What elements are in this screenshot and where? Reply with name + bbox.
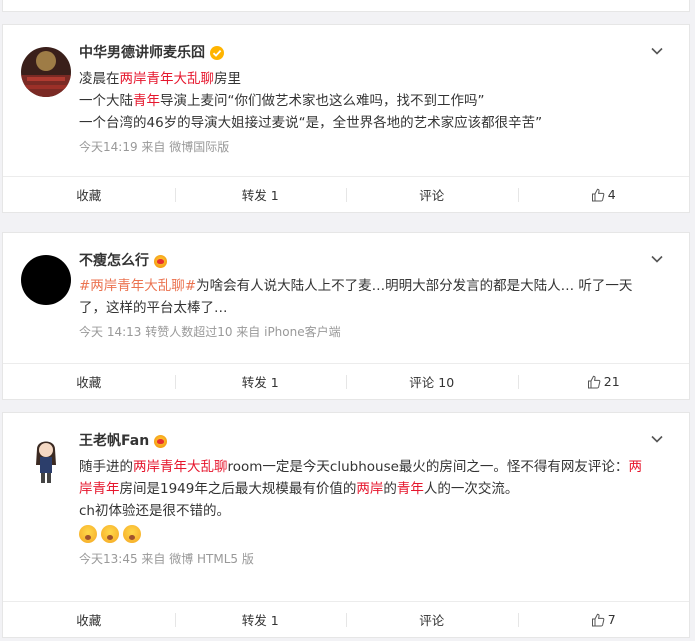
shocked-emoji-icon: [123, 525, 141, 543]
post-meta: 今天14:19 来自 微博国际版: [79, 140, 230, 154]
author-name[interactable]: 王老帆Fan: [79, 431, 669, 451]
keyword-highlight: 青年: [133, 93, 160, 109]
author-name[interactable]: 不瘦怎么行: [79, 251, 669, 271]
author-name-text[interactable]: 不瘦怎么行: [79, 251, 149, 271]
collect-button[interactable]: 收藏: [3, 602, 175, 637]
post-text: 凌晨在两岸青年大乱聊房里 一个大陆青年导演上麦问“你们做艺术家也这么难吗，找不到…: [79, 71, 543, 131]
author-name-text[interactable]: 王老帆Fan: [79, 431, 149, 451]
author-name-text[interactable]: 中华男德讲师麦乐囧: [79, 43, 205, 63]
topic-link[interactable]: #两岸青年大乱聊#: [79, 278, 196, 294]
shocked-emoji-icon: [79, 525, 97, 543]
thumb-up-icon: [587, 375, 601, 388]
action-bar: 收藏 转发 1 评论 4: [3, 176, 689, 212]
chevron-down-icon[interactable]: [649, 43, 665, 59]
action-bar: 收藏 转发 1 评论 10 21: [3, 363, 689, 399]
thumb-up-icon: [591, 613, 605, 626]
collect-button[interactable]: 收藏: [3, 364, 175, 399]
post-card: 王老帆Fan 随手进的两岸青年大乱聊room一定是今天clubhouse最火的房…: [2, 412, 690, 638]
member-crown-icon: [154, 254, 167, 268]
avatar[interactable]: [21, 435, 71, 485]
avatar[interactable]: [21, 47, 71, 97]
repost-button[interactable]: 转发 1: [174, 177, 347, 212]
chevron-down-icon[interactable]: [649, 251, 665, 267]
repost-button[interactable]: 转发 1: [174, 602, 347, 637]
post-meta: 今天13:45 来自 微博 HTML5 版: [79, 552, 254, 566]
collect-button[interactable]: 收藏: [3, 177, 175, 212]
post-card: 不瘦怎么行 #两岸青年大乱聊#为啥会有人说大陆人上不了麦…明明大部分发言的都是大…: [2, 232, 690, 400]
previous-card: [2, 0, 690, 12]
action-bar: 收藏 转发 1 评论 7: [3, 601, 689, 637]
topic-link[interactable]: 两岸青年大乱聊: [120, 71, 215, 87]
comment-button[interactable]: 评论: [346, 602, 518, 637]
comment-button[interactable]: 评论: [346, 177, 518, 212]
emoji-row: [79, 522, 669, 546]
topic-link[interactable]: 两岸青年大乱聊: [133, 459, 228, 475]
thumb-up-icon: [591, 188, 605, 201]
like-button[interactable]: 7: [517, 602, 690, 637]
post-meta: 今天 14:13 转赞人数超过10 来自 iPhone客户端: [79, 325, 341, 339]
like-button[interactable]: 4: [517, 177, 690, 212]
verified-icon: [210, 46, 224, 60]
author-name[interactable]: 中华男德讲师麦乐囧: [79, 43, 669, 63]
shocked-emoji-icon: [101, 525, 119, 543]
post-text: #两岸青年大乱聊#为啥会有人说大陆人上不了麦…明明大部分发言的都是大陆人… 听了…: [79, 278, 633, 316]
comment-button[interactable]: 评论 10: [346, 364, 518, 399]
member-crown-icon: [154, 434, 168, 448]
post-card: 中华男德讲师麦乐囧 凌晨在两岸青年大乱聊房里 一个大陆青年导演上麦问“你们做艺术…: [2, 24, 690, 213]
like-button[interactable]: 21: [517, 364, 690, 399]
chevron-down-icon[interactable]: [649, 431, 665, 447]
avatar[interactable]: [21, 255, 71, 305]
repost-button[interactable]: 转发 1: [174, 364, 347, 399]
post-text: 随手进的两岸青年大乱聊room一定是今天clubhouse最火的房间之一。怪不得…: [79, 456, 669, 546]
